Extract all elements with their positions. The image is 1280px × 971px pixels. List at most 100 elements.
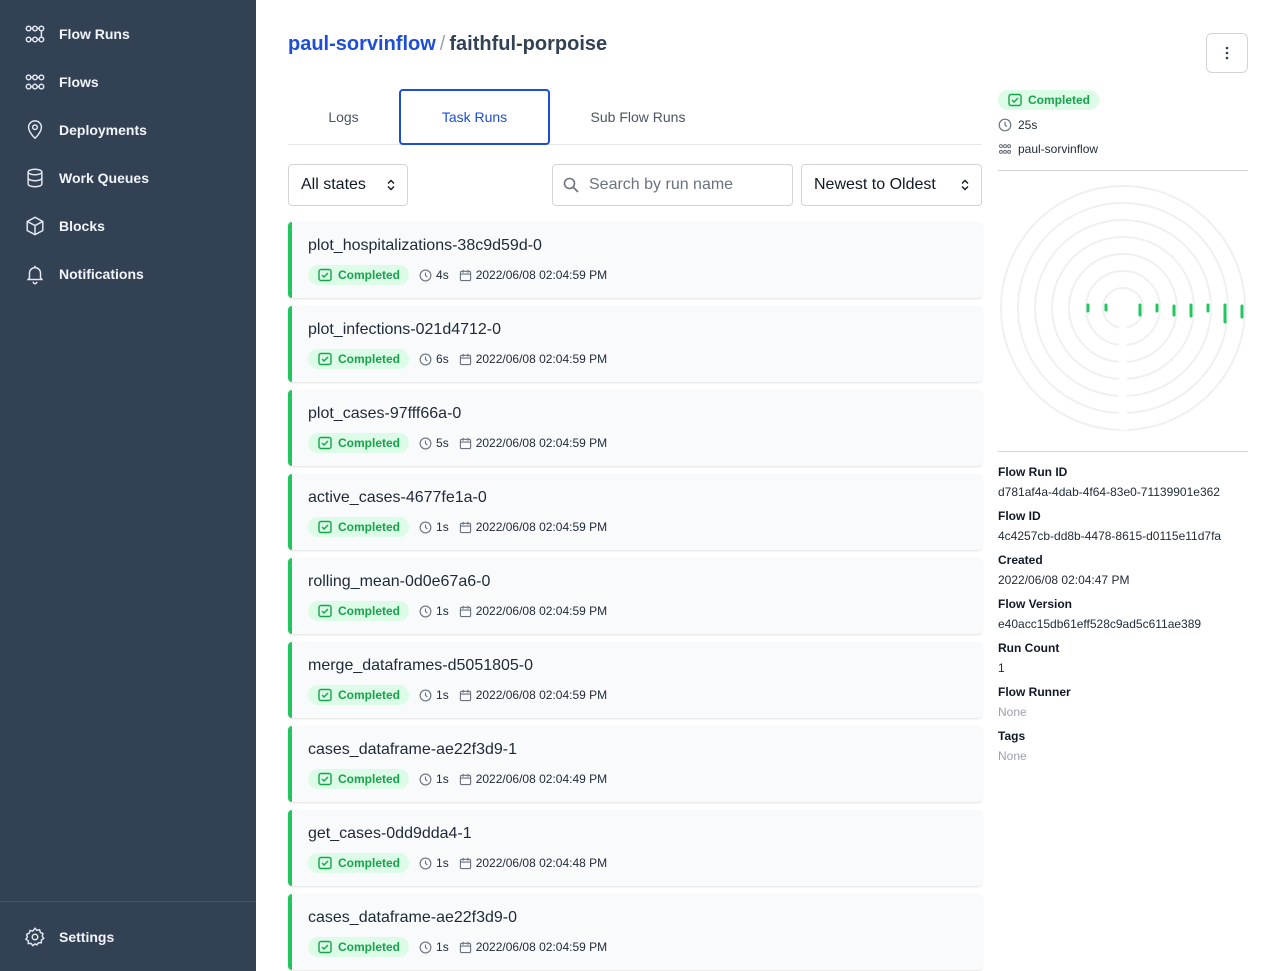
task-run-card[interactable]: plot_cases-97fff66a-0 Completed 5s 2022/06/…: [288, 390, 982, 466]
task-run-duration: 1s: [436, 940, 449, 954]
breadcrumb-separator: /: [439, 33, 446, 55]
clock-icon: [419, 437, 432, 449]
task-run-duration: 1s: [436, 604, 449, 618]
search-input[interactable]: [589, 176, 779, 194]
task-run-card[interactable]: cases_dataframe-ae22f3d9-1 Completed 1s 202…: [288, 726, 982, 802]
status-badge-label: Completed: [338, 520, 401, 534]
gear-icon: [24, 927, 45, 947]
sidebar: Flow Runs Flows Deployments Work Queues …: [0, 0, 256, 971]
task-run-duration: 1s: [436, 856, 449, 870]
flow-runs-icon: [25, 25, 45, 43]
status-badge-label: Completed: [338, 940, 401, 954]
sidebar-item-work-queues[interactable]: Work Queues: [0, 154, 256, 202]
calendar-icon: [459, 689, 471, 701]
tab-task-runs[interactable]: Task Runs: [399, 89, 550, 145]
clock-icon: [419, 353, 432, 365]
task-run-name[interactable]: active_cases-4677fe1a-0: [308, 489, 487, 507]
detail-value: d781af4a-4dab-4f64-83e0-71139901e362: [998, 485, 1220, 499]
breadcrumb-flow-link[interactable]: paul-sorvinflow: [288, 33, 436, 55]
task-run-name[interactable]: rolling_mean-0d0e67a6-0: [308, 573, 490, 591]
search-field[interactable]: [552, 164, 793, 206]
run-state-badge-wrap: Completed: [998, 90, 1100, 112]
task-run-meta: Completed 5s 2022/06/08 02:04:59 PM: [308, 433, 607, 453]
detail-label: Tags: [998, 729, 1026, 743]
chevron-up-down-icon: [961, 179, 969, 191]
task-run-name[interactable]: cases_dataframe-ae22f3d9-0: [308, 909, 517, 927]
status-badge: Completed: [308, 433, 410, 453]
sidebar-item-flow-runs[interactable]: Flow Runs: [0, 10, 256, 58]
breadcrumb: paul-sorvinflow / faithful-porpoise: [288, 33, 607, 56]
task-run-card[interactable]: get_cases-0dd9dda4-1 Completed 1s 2022/06/0…: [288, 810, 982, 886]
calendar-icon: [459, 941, 471, 953]
sidebar-item-blocks[interactable]: Blocks: [0, 202, 256, 250]
sidebar-divider: [0, 901, 256, 902]
status-badge: Completed: [308, 685, 410, 705]
task-run-card[interactable]: cases_dataframe-ae22f3d9-0 Completed 1s 202…: [288, 894, 982, 970]
clock-icon: [998, 118, 1012, 132]
sort-select[interactable]: Newest to Oldest: [801, 164, 982, 206]
status-badge-label: Completed: [338, 352, 401, 366]
task-run-card[interactable]: active_cases-4677fe1a-0 Completed 1s 2022/0…: [288, 474, 982, 550]
task-run-name[interactable]: merge_dataframes-d5051805-0: [308, 657, 533, 675]
flow-run-radar[interactable]: [998, 180, 1248, 442]
task-run-name[interactable]: get_cases-0dd9dda4-1: [308, 825, 472, 843]
status-badge: Completed: [308, 769, 410, 789]
status-badge-label: Completed: [338, 604, 401, 618]
check-square-icon: [1008, 93, 1022, 107]
sidebar-nav: Flow Runs Flows Deployments Work Queues …: [0, 10, 256, 298]
clock-icon: [419, 857, 432, 869]
clock-icon: [419, 521, 432, 533]
task-run-card[interactable]: rolling_mean-0d0e67a6-0 Completed 1s 2022/0…: [288, 558, 982, 634]
state-filter-select[interactable]: All states: [288, 164, 408, 206]
map-pin-icon: [27, 120, 43, 140]
task-run-start-time: 2022/06/08 02:04:59 PM: [475, 436, 608, 450]
task-run-start-time: 2022/06/08 02:04:49 PM: [475, 772, 608, 786]
tab-sub-flow-runs[interactable]: Sub Flow Runs: [550, 89, 726, 145]
sidebar-item-settings[interactable]: Settings: [0, 913, 256, 961]
tab-logs[interactable]: Logs: [288, 89, 399, 145]
calendar-icon: [459, 269, 471, 281]
sidebar-item-label: Work Queues: [59, 170, 149, 186]
task-run-duration: 1s: [436, 688, 449, 702]
status-badge: Completed: [308, 937, 410, 957]
task-run-start-time: 2022/06/08 02:04:48 PM: [475, 856, 608, 870]
more-menu-button[interactable]: [1206, 33, 1248, 73]
sidebar-item-label: Deployments: [59, 122, 147, 138]
flow-icon: [998, 144, 1012, 154]
task-run-name[interactable]: plot_cases-97fff66a-0: [308, 405, 461, 423]
search-icon: [563, 177, 579, 193]
task-run-name[interactable]: cases_dataframe-ae22f3d9-1: [308, 741, 517, 759]
detail-value: None: [998, 749, 1027, 763]
run-flow[interactable]: paul-sorvinflow: [998, 142, 1098, 156]
sort-value: Newest to Oldest: [814, 176, 936, 193]
detail-value: 1: [998, 661, 1005, 675]
task-run-card[interactable]: merge_dataframes-d5051805-0 Completed 1s 20…: [288, 642, 982, 718]
detail-label: Flow Run ID: [998, 465, 1068, 479]
flows-icon: [25, 74, 45, 90]
task-run-meta: Completed 1s 2022/06/08 02:04:59 PM: [308, 601, 607, 621]
bell-icon: [26, 265, 44, 285]
run-state-label: Completed: [1028, 93, 1091, 107]
task-run-card[interactable]: plot_hospitalizations-38c9d59d-0 Complete…: [288, 222, 982, 298]
task-run-name[interactable]: plot_infections-021d4712-0: [308, 321, 501, 339]
task-run-meta: Completed 1s 2022/06/08 02:04:48 PM: [308, 853, 607, 873]
task-run-list: plot_hospitalizations-38c9d59d-0 Complete…: [288, 222, 982, 971]
task-run-meta: Completed 1s 2022/06/08 02:04:59 PM: [308, 685, 607, 705]
tab-bar: Logs Task Runs Sub Flow Runs: [288, 89, 982, 145]
task-run-start-time: 2022/06/08 02:04:59 PM: [475, 688, 608, 702]
sidebar-item-deployments[interactable]: Deployments: [0, 106, 256, 154]
status-badge: Completed: [308, 853, 410, 873]
run-details: Flow Run ID d781af4a-4dab-4f64-83e0-71139…: [998, 465, 1258, 773]
task-run-meta: Completed 1s 2022/06/08 02:04:49 PM: [308, 769, 607, 789]
calendar-icon: [459, 605, 471, 617]
task-run-name[interactable]: plot_hospitalizations-38c9d59d-0: [308, 237, 542, 255]
run-duration-value: 25s: [1018, 118, 1038, 132]
state-filter-value: All states: [301, 176, 366, 193]
sidebar-item-notifications[interactable]: Notifications: [0, 250, 256, 298]
sidebar-item-label: Flow Runs: [59, 26, 130, 42]
task-run-card[interactable]: plot_infections-021d4712-0 Completed 6s 202…: [288, 306, 982, 382]
more-vertical-icon: [1225, 46, 1229, 60]
run-duration: 25s: [998, 118, 1037, 132]
clock-icon: [419, 689, 432, 701]
sidebar-item-flows[interactable]: Flows: [0, 58, 256, 106]
